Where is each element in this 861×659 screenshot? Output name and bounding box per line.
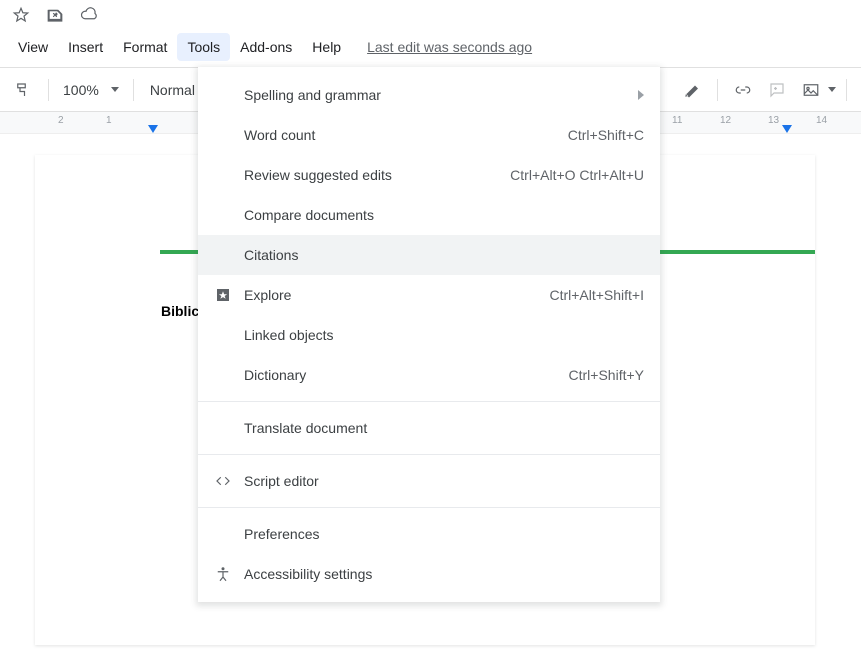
menu-item-accessibility-settings[interactable]: Accessibility settings — [198, 554, 660, 594]
move-icon[interactable] — [46, 6, 64, 27]
link-icon[interactable] — [728, 76, 758, 104]
script-icon — [214, 472, 244, 490]
highlighter-icon[interactable] — [677, 76, 707, 104]
image-icon[interactable] — [796, 76, 826, 104]
separator — [133, 79, 134, 101]
paint-format-icon[interactable] — [8, 76, 38, 104]
menu-item-linked-objects[interactable]: Linked objects — [198, 315, 660, 355]
accessibility-icon — [214, 565, 244, 583]
zoom-select[interactable]: 100% — [59, 76, 123, 104]
ruler-tick: 11 — [672, 115, 682, 126]
separator — [717, 79, 718, 101]
menubar: View Insert Format Tools Add-ons Help La… — [0, 31, 861, 68]
menu-help[interactable]: Help — [302, 33, 351, 61]
tools-menu-dropdown: Spelling and grammar Word count Ctrl+Shi… — [198, 67, 660, 602]
ruler-indent-marker-left[interactable] — [148, 125, 158, 133]
ruler-indent-marker-right[interactable] — [782, 125, 792, 133]
menu-insert[interactable]: Insert — [58, 33, 113, 61]
menu-item-word-count[interactable]: Word count Ctrl+Shift+C — [198, 115, 660, 155]
chevron-down-icon[interactable] — [828, 87, 836, 92]
menu-separator — [198, 401, 660, 402]
menu-format[interactable]: Format — [113, 33, 177, 61]
menu-addons[interactable]: Add-ons — [230, 33, 302, 61]
menu-item-script-editor[interactable]: Script editor — [198, 461, 660, 501]
menu-item-spelling-grammar[interactable]: Spelling and grammar — [198, 75, 660, 115]
separator — [48, 79, 49, 101]
comment-icon[interactable] — [762, 76, 792, 104]
ruler-tick: 14 — [816, 115, 827, 126]
star-icon[interactable] — [12, 6, 30, 27]
last-edit-link[interactable]: Last edit was seconds ago — [367, 39, 532, 55]
menu-item-dictionary[interactable]: Dictionary Ctrl+Shift+Y — [198, 355, 660, 395]
ruler-tick: 1 — [106, 115, 112, 126]
menu-item-preferences[interactable]: Preferences — [198, 514, 660, 554]
doc-heading-text[interactable]: Biblic — [161, 303, 199, 319]
menu-item-citations[interactable]: Citations — [198, 235, 660, 275]
explore-icon — [214, 286, 244, 304]
style-value: Normal — [150, 82, 195, 98]
cloud-status-icon[interactable] — [80, 6, 98, 27]
menu-item-review-suggested-edits[interactable]: Review suggested edits Ctrl+Alt+O Ctrl+A… — [198, 155, 660, 195]
ruler-tick: 12 — [720, 115, 731, 126]
title-bar-icons — [0, 0, 861, 31]
chevron-down-icon — [111, 87, 119, 92]
menu-item-explore[interactable]: Explore Ctrl+Alt+Shift+I — [198, 275, 660, 315]
zoom-value: 100% — [63, 82, 99, 98]
menu-tools[interactable]: Tools — [177, 33, 230, 61]
ruler-tick: 2 — [58, 115, 64, 126]
submenu-arrow-icon — [638, 90, 644, 100]
menu-separator — [198, 454, 660, 455]
menu-view[interactable]: View — [8, 33, 58, 61]
paragraph-style-select[interactable]: Normal — [144, 76, 201, 104]
menu-item-compare-documents[interactable]: Compare documents — [198, 195, 660, 235]
separator — [846, 79, 847, 101]
menu-separator — [198, 507, 660, 508]
menu-item-translate-document[interactable]: Translate document — [198, 408, 660, 448]
ruler-tick: 13 — [768, 115, 779, 126]
